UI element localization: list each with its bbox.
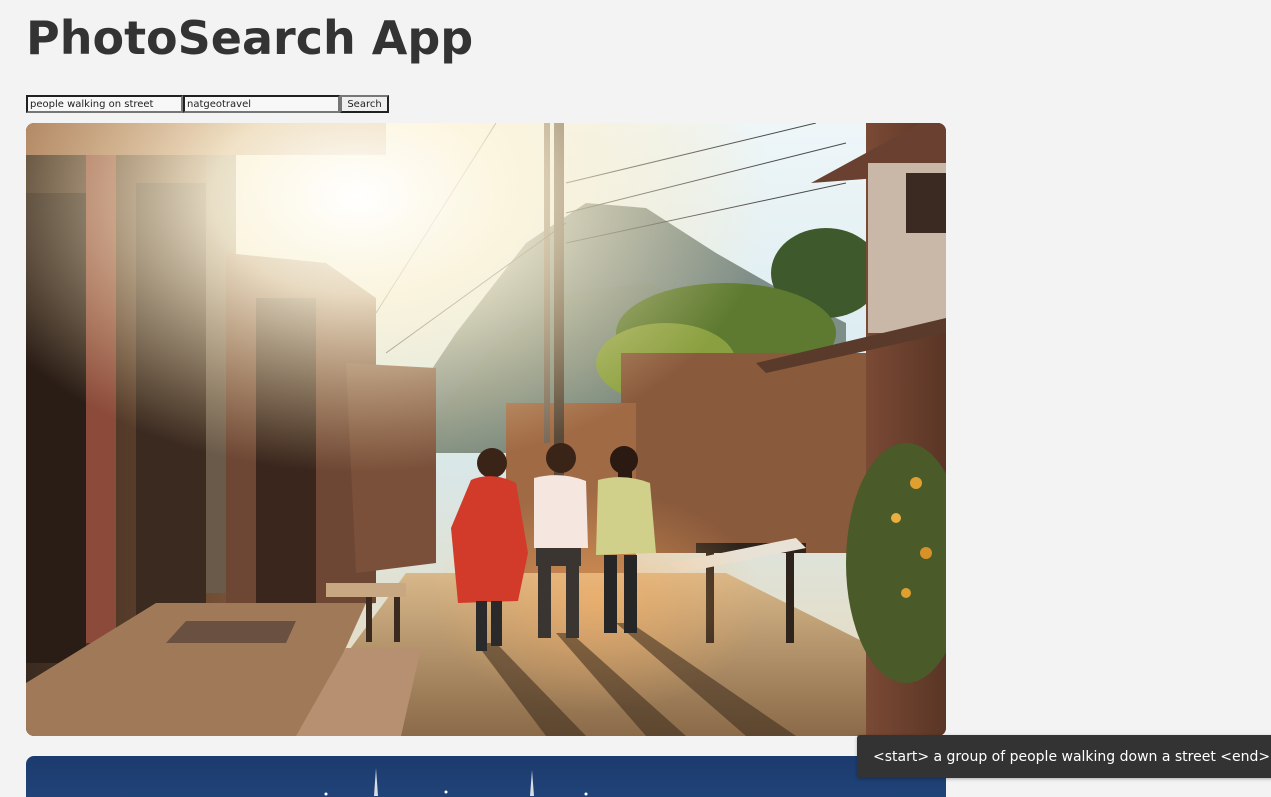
- night-photo-image: [324, 768, 588, 796]
- street-photo-image: [26, 123, 946, 736]
- result-photo-night[interactable]: [26, 756, 946, 797]
- result-photo-street[interactable]: [26, 123, 946, 736]
- username-input[interactable]: [183, 95, 340, 113]
- caption-tooltip: <start> a group of people walking down a…: [857, 735, 1271, 778]
- search-form: Search: [26, 95, 389, 113]
- query-input[interactable]: [26, 95, 183, 113]
- search-button[interactable]: Search: [340, 95, 389, 113]
- page-title: PhotoSearch App: [26, 11, 474, 65]
